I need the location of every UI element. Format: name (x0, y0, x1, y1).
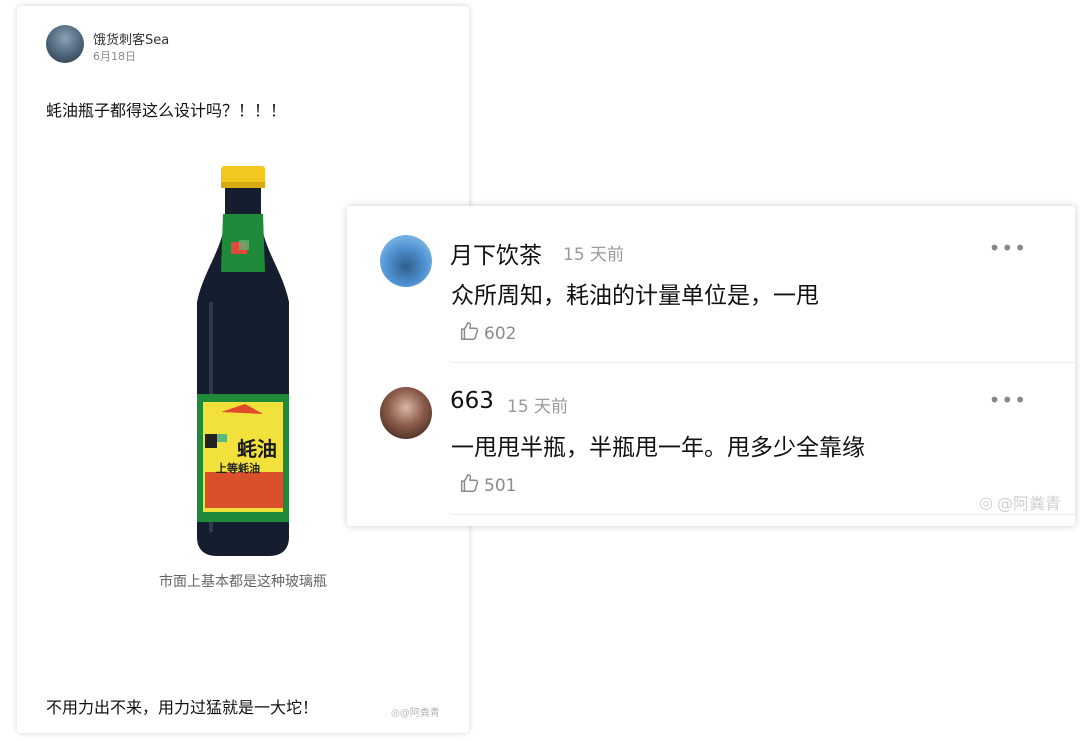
weibo-logo-icon: ◎ (391, 708, 400, 719)
like-count: 501 (484, 475, 517, 496)
more-options-icon[interactable]: ••• (989, 236, 1027, 260)
comment-time: 15 天前 (563, 245, 625, 265)
comment-author-name[interactable]: 663 (450, 388, 494, 414)
like-button[interactable]: 602 (458, 320, 516, 347)
comment-avatar[interactable] (380, 387, 432, 439)
image-caption: 市面上基本都是这种玻璃瓶 (159, 574, 327, 590)
like-button[interactable]: 501 (458, 472, 516, 499)
comment-card: 月下饮茶 15 天前 ••• 众所周知，耗油的计量单位是，一甩 602 663 … (347, 206, 1075, 526)
watermark-text: @阿粪青 (996, 494, 1061, 513)
bottle-label-sub: 上等蚝油 (216, 462, 260, 475)
post-watermark-text: @阿粪青 (399, 708, 440, 719)
post-date: 6月18日 (93, 50, 136, 63)
comment-avatar[interactable] (380, 235, 432, 287)
like-count: 602 (484, 323, 517, 344)
author-name[interactable]: 饿货刺客Sea (93, 29, 169, 48)
thumbs-up-icon (458, 320, 480, 347)
comment-author-name[interactable]: 月下饮茶 (450, 236, 542, 270)
comment-text: 众所周知，耗油的计量单位是，一甩 (451, 283, 819, 309)
more-options-icon[interactable]: ••• (989, 388, 1027, 412)
post-watermark: ◎@阿粪青 (391, 704, 440, 719)
comment-divider (451, 362, 1075, 363)
author-avatar[interactable] (46, 25, 84, 63)
comment-text: 一甩甩半瓶，半瓶甩一年。甩多少全靠缘 (451, 435, 865, 461)
comment-time: 15 天前 (507, 397, 569, 417)
thumbs-up-icon (458, 472, 480, 499)
bottle-label-main: 蚝油 (237, 437, 277, 461)
comment-divider (451, 514, 1075, 515)
post-title: 蚝油瓶子都得这么设计吗？！！！ (46, 101, 287, 120)
watermark: ◎ @阿粪青 (979, 490, 1061, 514)
oyster-sauce-bottle-image (193, 162, 293, 562)
post-footer-text: 不用力出不来，用力过猛就是一大坨！ (46, 698, 319, 717)
weibo-logo-icon: ◎ (979, 492, 993, 512)
